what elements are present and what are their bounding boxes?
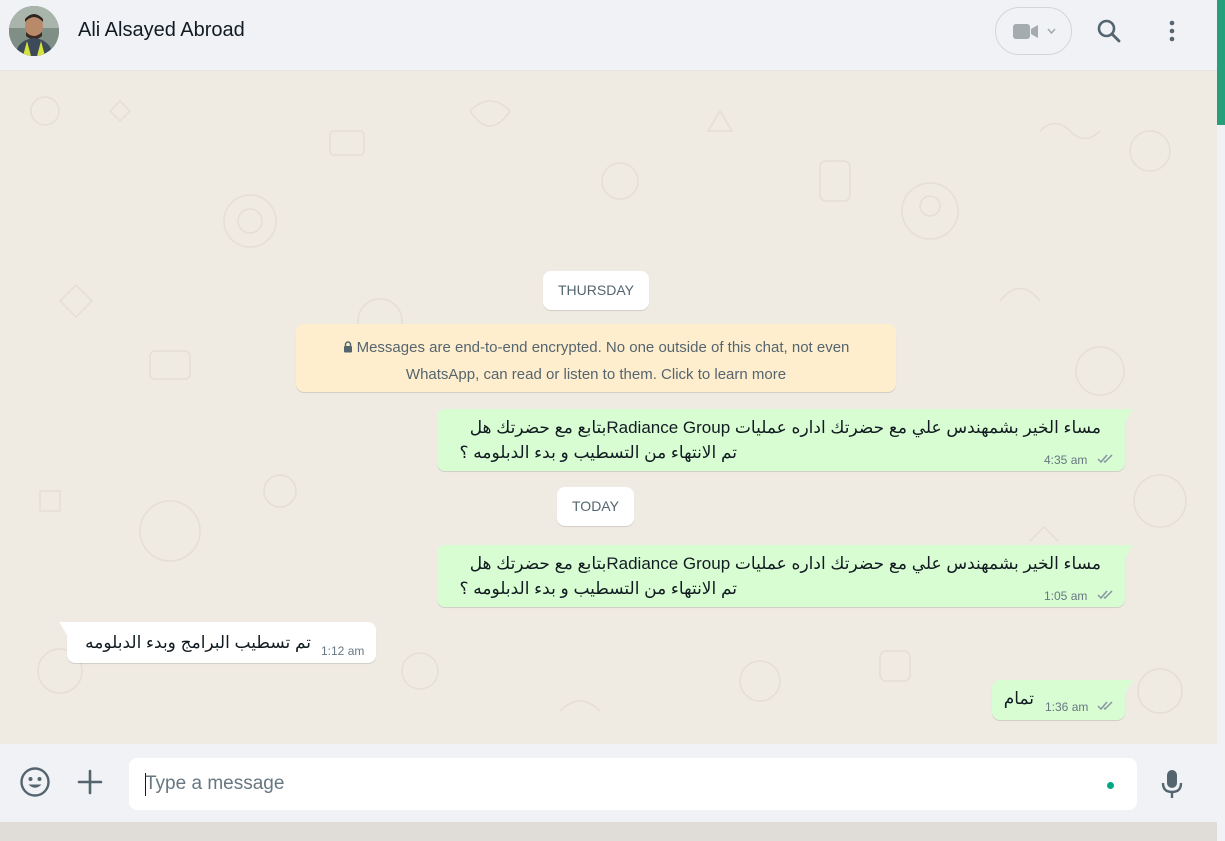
video-camera-icon [1013, 24, 1038, 39]
message-time: 4:35 am [1044, 453, 1088, 467]
bubble-tail [1125, 680, 1133, 693]
message-text: تم الانتهاء من التسطيب و بدء الدبلومه ؟ [459, 579, 737, 598]
message-time: 1:05 am [1044, 589, 1088, 603]
message-bubble-outgoing[interactable]: تمام 1:36 am [992, 680, 1133, 720]
message-text: تمام [1003, 689, 1034, 708]
input-status-dot [1107, 782, 1114, 789]
double-check-icon [1097, 590, 1113, 600]
more-vertical-icon[interactable] [1162, 18, 1182, 44]
lock-icon [343, 341, 352, 353]
message-bubble-outgoing[interactable]: مساء الخير بشمهندس علي مع حضرتك اداره عم… [437, 409, 1133, 471]
message-text: مساء الخير بشمهندس علي مع حضرتك اداره عم… [469, 554, 1101, 573]
bubble-tail [59, 622, 67, 635]
message-input-box[interactable] [129, 758, 1137, 810]
emoji-icon[interactable] [19, 766, 51, 798]
text-caret [145, 773, 146, 796]
date-chip-today: TODAY [557, 487, 634, 526]
double-check-icon [1097, 454, 1113, 464]
message-text: تم الانتهاء من التسطيب و بدء الدبلومه ؟ [459, 443, 737, 462]
message-bubble-outgoing[interactable]: مساء الخير بشمهندس علي مع حضرتك اداره عم… [437, 545, 1133, 607]
encryption-notice[interactable]: Messages are end-to-end encrypted. No on… [296, 324, 896, 392]
double-check-icon [1097, 701, 1113, 711]
scrollbar-track[interactable] [1217, 0, 1225, 841]
avatar-photo [9, 6, 59, 56]
message-bubble-incoming[interactable]: تم تسطيب البرامج وبدء الدبلومه 1:12 am [59, 622, 376, 663]
date-chip-thursday: THURSDAY [543, 271, 649, 310]
scrollbar-thumb[interactable] [1217, 0, 1225, 125]
chat-header: Ali Alsayed Abroad [0, 0, 1217, 71]
chevron-down-icon [1047, 28, 1056, 34]
video-call-button[interactable] [995, 7, 1072, 55]
search-icon[interactable] [1096, 18, 1122, 44]
plus-icon[interactable] [76, 768, 104, 796]
microphone-icon[interactable] [1160, 768, 1184, 800]
message-input[interactable] [145, 770, 1075, 798]
composer-bar [0, 744, 1217, 822]
message-text: مساء الخير بشمهندس علي مع حضرتك اداره عم… [469, 418, 1101, 437]
message-text: تم تسطيب البرامج وبدء الدبلومه [85, 633, 311, 652]
bubble-tail [1125, 545, 1133, 558]
whatsapp-chat-window: Ali Alsayed Abroad THURSDAY Messages are… [0, 0, 1217, 822]
bubble-tail [1125, 409, 1133, 422]
message-time: 1:12 am [321, 644, 365, 658]
avatar[interactable] [9, 6, 59, 56]
message-time: 1:36 am [1045, 700, 1089, 714]
encryption-notice-text: Messages are end-to-end encrypted. No on… [356, 339, 850, 383]
message-list[interactable]: THURSDAY Messages are end-to-end encrypt… [0, 71, 1217, 744]
contact-name[interactable]: Ali Alsayed Abroad [78, 19, 245, 42]
